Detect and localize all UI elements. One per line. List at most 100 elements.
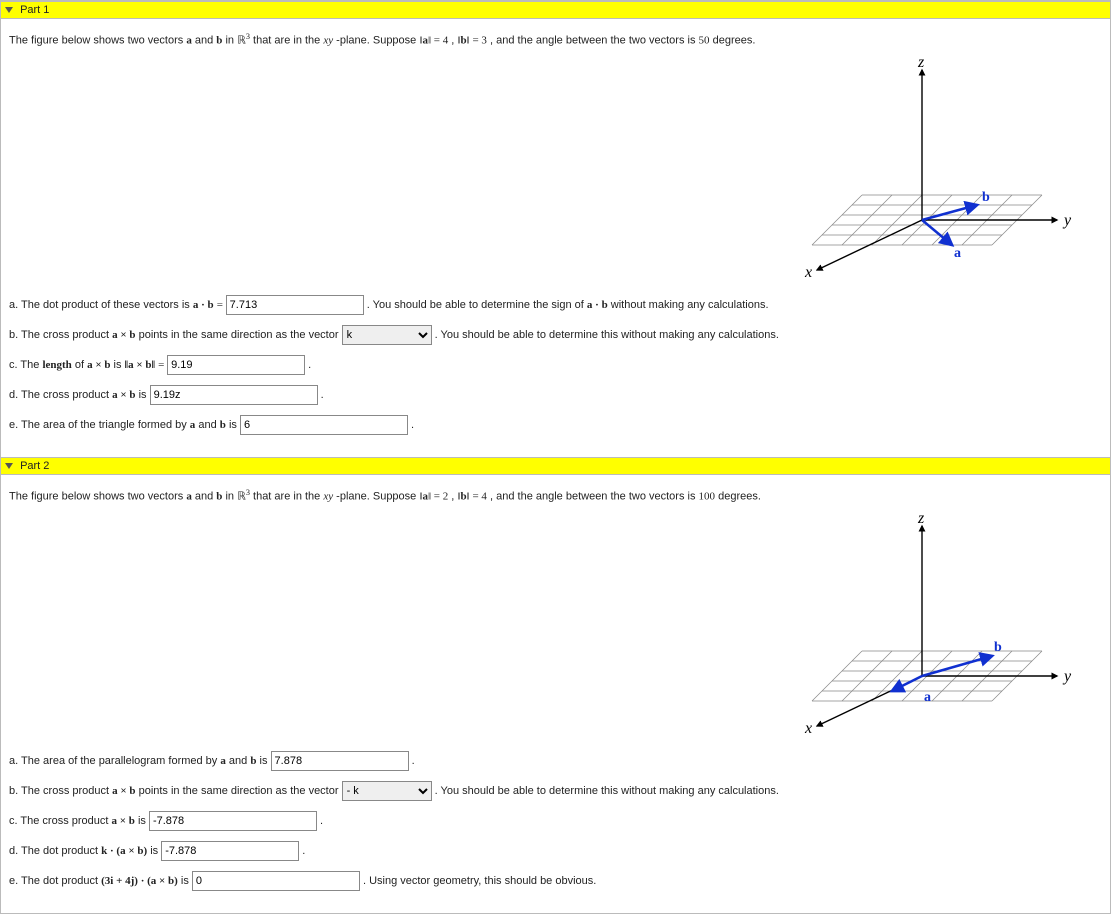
p2b-select[interactable]: - k (342, 781, 432, 801)
part2-qd: d. The dot product k · (a × b) is . (9, 841, 1102, 861)
part1-qd: d. The cross product a × b is . (9, 385, 1102, 405)
norm-close: ‖ = 4 (467, 491, 487, 503)
text: is (229, 419, 240, 431)
p1c-input[interactable] (167, 355, 305, 375)
part2-qc: c. The cross product a × b is . (9, 811, 1102, 831)
vector-b: b (216, 491, 222, 503)
x-label: x (804, 264, 812, 281)
text: -plane. Suppose (336, 35, 419, 47)
part1-intro: The figure below shows two vectors a and… (9, 31, 1102, 49)
vector-a-label: a (924, 690, 931, 705)
text: . You should be able to determine this w… (435, 329, 779, 341)
part2-body: The figure below shows two vectors a and… (1, 475, 1110, 913)
text: points in the same direction as the vect… (139, 329, 342, 341)
a-dot-b: a · b (587, 299, 608, 311)
equals: = (158, 359, 167, 371)
text: of (75, 359, 87, 371)
text: d. The cross product (9, 389, 112, 401)
text: . (412, 755, 415, 767)
text: degrees. (718, 491, 761, 503)
page: Part 1 The figure below shows two vector… (0, 0, 1111, 914)
x-label: x (804, 720, 812, 737)
part1-title: Part 1 (20, 4, 49, 16)
text: a. The dot product of these vectors is (9, 299, 193, 311)
a-cross-b: a × b (112, 389, 135, 401)
text: that are in the (253, 491, 323, 503)
collapse-icon (5, 463, 13, 469)
text: . (411, 419, 414, 431)
text: is (260, 755, 271, 767)
text: and (195, 35, 216, 47)
part1-qa: a. The dot product of these vectors is a… (9, 295, 1102, 315)
text: . (320, 815, 323, 827)
collapse-icon (5, 7, 13, 13)
a-cross-b: a × b (112, 815, 135, 827)
vector-b-arrow (922, 205, 977, 220)
p1a-input[interactable] (226, 295, 364, 315)
p2c-input[interactable] (149, 811, 317, 831)
p2a-input[interactable] (271, 751, 409, 771)
text: -plane. Suppose (336, 491, 419, 503)
text: . (308, 359, 311, 371)
vector-b-label: b (982, 190, 990, 205)
p2d-input[interactable] (161, 841, 299, 861)
vector-b-arrow (922, 656, 992, 676)
text: is (181, 875, 192, 887)
p1e-input[interactable] (240, 415, 408, 435)
vector-a: a (186, 35, 192, 47)
text: is (138, 815, 149, 827)
y-label: y (1062, 212, 1072, 229)
text: The figure below shows two vectors (9, 35, 186, 47)
p2e-input[interactable] (192, 871, 360, 891)
part1-qe: e. The area of the triangle formed by a … (9, 415, 1102, 435)
exponent: 3 (246, 488, 250, 497)
vector-a-arrow (892, 676, 922, 691)
a-dot-b: a · b (193, 299, 214, 311)
part2-intro: The figure below shows two vectors a and… (9, 487, 1102, 505)
vector-b: b (250, 755, 256, 767)
part1-header[interactable]: Part 1 (1, 1, 1110, 19)
vector-a: a (220, 755, 226, 767)
text: that are in the (253, 35, 323, 47)
part2-figure-container: a b x y z (9, 511, 1102, 741)
text: without making any calculations. (611, 299, 769, 311)
vector-b: b (216, 35, 222, 47)
text: The figure below shows two vectors (9, 491, 186, 503)
part1-qc: c. The length of a × b is ‖a × b‖ = . (9, 355, 1102, 375)
text: a. The area of the parallelogram formed … (9, 755, 220, 767)
y-label: y (1062, 668, 1072, 685)
equals: = (217, 299, 226, 311)
text: . (321, 389, 324, 401)
norm-close: ‖ = 3 (467, 35, 487, 47)
text: is (114, 359, 125, 371)
text: , and the angle between the two vectors … (490, 35, 699, 47)
p1d-input[interactable] (150, 385, 318, 405)
angle-value: 50 (699, 35, 710, 47)
text: , and the angle between the two vectors … (490, 491, 699, 503)
vector-b: b (220, 419, 226, 431)
text: and (195, 491, 216, 503)
text: in (225, 491, 237, 503)
text: c. The cross product (9, 815, 112, 827)
z-label: z (917, 55, 925, 71)
a-cross-b: a × b (87, 359, 110, 371)
text: points in the same direction as the vect… (139, 785, 342, 797)
expr-3i4j: (3i + 4j) · (a × b) (101, 875, 178, 887)
part2-header[interactable]: Part 2 (1, 457, 1110, 475)
z-label: z (917, 511, 925, 527)
exponent: 3 (246, 32, 250, 41)
text: in (225, 35, 237, 47)
p1b-select[interactable]: k (342, 325, 432, 345)
xy-plane: xy (323, 35, 333, 47)
text: b. The cross product (9, 329, 112, 341)
part2-figure: a b x y z (742, 511, 1082, 741)
norm-axb: ‖a × b‖ (125, 359, 156, 371)
a-cross-b: a × b (112, 785, 135, 797)
angle-value: 100 (699, 491, 716, 503)
text: . You should be able to determine the si… (367, 299, 587, 311)
text: e. The area of the triangle formed by (9, 419, 190, 431)
text: e. The dot product (9, 875, 101, 887)
part2-title: Part 2 (20, 460, 49, 472)
text: and (198, 419, 219, 431)
text: and (229, 755, 250, 767)
